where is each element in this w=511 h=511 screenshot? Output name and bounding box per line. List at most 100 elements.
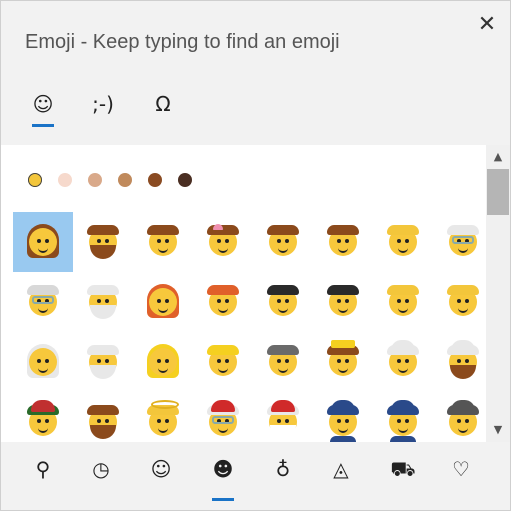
emoji-eye xyxy=(105,299,109,303)
emoji-man[interactable] xyxy=(73,212,133,272)
emoji-eye xyxy=(165,299,169,303)
emoji-man-white-hair[interactable] xyxy=(73,332,133,392)
emoji-older-person[interactable] xyxy=(73,272,133,332)
emoji-woman-bald[interactable] xyxy=(373,272,433,332)
scroll-down-button[interactable]: ▼ xyxy=(486,418,510,442)
emoji-woman-police[interactable] xyxy=(313,392,373,442)
emoji-princess[interactable] xyxy=(313,332,373,392)
search-icon: ⚲ xyxy=(35,457,51,481)
smiley-icon: ☺ xyxy=(150,457,172,481)
emoji-eye xyxy=(337,419,341,423)
emoji-child[interactable] xyxy=(313,212,373,272)
emoji-girl[interactable] xyxy=(193,212,253,272)
emoji-grid-area xyxy=(1,145,486,442)
emoji-eye xyxy=(45,419,49,423)
emoji-eye xyxy=(225,239,229,243)
emoji-police-officer[interactable] xyxy=(373,392,433,442)
emoji-hair xyxy=(387,285,419,295)
emoji-man-beard[interactable] xyxy=(73,392,133,442)
category-transport[interactable]: ⛟ xyxy=(383,454,423,502)
emoji-eye xyxy=(405,419,409,423)
category-underline xyxy=(392,498,414,501)
emoji-woman-blond-hair[interactable] xyxy=(133,332,193,392)
emoji-man-bald[interactable] xyxy=(433,272,486,332)
emoji-woman-health-worker[interactable] xyxy=(253,332,313,392)
emoji-eye xyxy=(405,359,409,363)
emoji-eye xyxy=(165,359,169,363)
emoji-woman-red-hair[interactable] xyxy=(133,272,193,332)
emoji-eye xyxy=(465,359,469,363)
emoji-old-woman[interactable] xyxy=(433,212,486,272)
emoji-eye xyxy=(105,419,109,423)
people-icon: ☻ xyxy=(212,457,234,481)
emoji-eye xyxy=(45,239,49,243)
emoji-mrs-claus[interactable] xyxy=(193,392,253,442)
emoji-hat xyxy=(271,400,295,412)
emoji-construction-worker[interactable] xyxy=(13,392,73,442)
emoji-beard xyxy=(270,425,296,439)
emoji-eye xyxy=(337,239,341,243)
emoji-baby[interactable] xyxy=(373,212,433,272)
emoji-eye xyxy=(457,359,461,363)
tab-emoji[interactable]: ☺ xyxy=(23,87,63,127)
emoji-man-blond-hair[interactable] xyxy=(193,332,253,392)
emoji-eye xyxy=(157,239,161,243)
category-recent[interactable]: ◷ xyxy=(81,454,121,502)
category-celebration[interactable]: ♁ xyxy=(263,454,303,502)
emoji-man-red-hair[interactable] xyxy=(193,272,253,332)
category-smiley[interactable]: ☺ xyxy=(141,454,181,502)
emoji-hat xyxy=(451,400,475,412)
emoji-hat xyxy=(211,400,235,412)
tab-kaomoji[interactable]: ;-) xyxy=(83,87,123,127)
emoji-person-turban[interactable] xyxy=(373,332,433,392)
category-underline xyxy=(90,498,112,501)
vertical-scrollbar[interactable]: ▲ ▼ xyxy=(486,145,510,442)
skin-tone-swatch[interactable] xyxy=(148,173,162,187)
emoji-halo xyxy=(151,400,179,409)
emoji-eye xyxy=(345,419,349,423)
emoji-boy[interactable] xyxy=(133,212,193,272)
emoji-eye xyxy=(285,419,289,423)
symbols-icon: Ω xyxy=(155,92,171,116)
skin-tone-swatch[interactable] xyxy=(58,173,72,187)
skin-tone-swatch[interactable] xyxy=(118,173,132,187)
emoji-person[interactable] xyxy=(253,212,313,272)
close-icon[interactable]: ✕ xyxy=(471,9,503,41)
scroll-up-button[interactable]: ▲ xyxy=(486,145,510,169)
emoji-woman-white-hair[interactable] xyxy=(13,332,73,392)
category-underline xyxy=(212,498,234,501)
scroll-thumb[interactable] xyxy=(487,169,509,215)
emoji-eye xyxy=(157,359,161,363)
emoji-eye xyxy=(337,359,341,363)
emoji-eye xyxy=(277,419,281,423)
emoji-hat xyxy=(331,400,355,412)
skin-tone-swatch[interactable] xyxy=(88,173,102,187)
celebration-icon: ♁ xyxy=(275,457,291,481)
skin-tone-swatch[interactable] xyxy=(178,173,192,187)
emoji-eye xyxy=(165,419,169,423)
emoji-man-turban[interactable] xyxy=(433,332,486,392)
emoji-woman[interactable] xyxy=(13,212,73,272)
emoji-icon: ☺ xyxy=(32,92,54,116)
emoji-eye xyxy=(105,359,109,363)
emoji-woman-curly-hair[interactable] xyxy=(253,272,313,332)
transport-icon: ⛟ xyxy=(390,457,416,481)
category-people[interactable]: ☻ xyxy=(203,454,243,502)
category-bar: ⚲ ◷ ☺ ☻ ♁ ◬ ⛟ ♡ xyxy=(1,442,510,510)
emoji-old-man[interactable] xyxy=(13,272,73,332)
category-heart[interactable]: ♡ xyxy=(441,454,481,502)
emoji-eye xyxy=(217,359,221,363)
emoji-detective[interactable] xyxy=(433,392,486,442)
category-search[interactable]: ⚲ xyxy=(23,454,63,502)
emoji-man-curly-hair[interactable] xyxy=(313,272,373,332)
emoji-beard xyxy=(90,245,116,259)
emoji-eye xyxy=(345,239,349,243)
emoji-hat xyxy=(391,340,415,352)
category-food[interactable]: ◬ xyxy=(321,454,361,502)
tab-symbols[interactable]: Ω xyxy=(143,87,183,127)
emoji-baby-angel[interactable] xyxy=(133,392,193,442)
emoji-santa[interactable] xyxy=(253,392,313,442)
recent-icon: ◷ xyxy=(92,457,110,481)
skin-tone-swatch[interactable] xyxy=(28,173,42,187)
emoji-eye xyxy=(97,299,101,303)
